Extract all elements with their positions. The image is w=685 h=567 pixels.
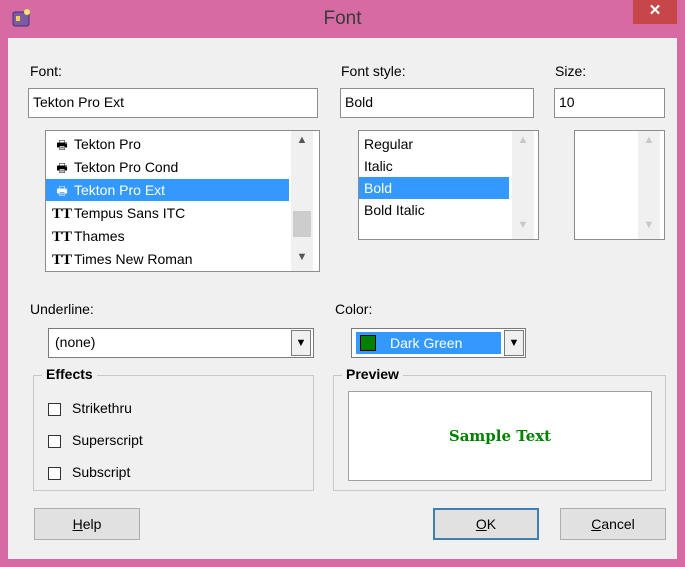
printer-font-icon: 🖶 [56,138,68,152]
font-list-item-label: Tekton Pro Cond [74,159,179,175]
font-list-item-label: Thames [74,228,125,244]
title-bar[interactable]: Font ✕ [0,0,685,38]
font-list-item[interactable]: TT Tempus Sans ITC [46,202,289,224]
color-value: Dark Green [390,335,463,351]
preview-group: Preview Sample Text [333,366,666,491]
ok-label: K [486,516,497,532]
font-style-item[interactable]: Bold [359,177,509,199]
style-list-scrollbar[interactable]: ▲ ▼ [512,131,534,239]
ok-button[interactable]: OK [433,508,539,540]
truetype-icon: TT [52,229,73,245]
font-list-item-label: Tekton Pro Ext [74,182,166,198]
checkbox-label[interactable]: Subscript [72,464,130,480]
font-style-list[interactable]: Bold Italic Bold Italic Regular ▲ ▼ [358,130,539,240]
preview-title: Preview [342,366,403,382]
size-list-scrollbar[interactable]: ▲ ▼ [638,131,660,239]
color-label: Color: [335,301,373,317]
scroll-down-icon: ▼ [517,219,529,231]
color-swatch [360,335,376,351]
underline-label: Underline: [30,301,94,317]
font-name-list[interactable]: TT Times New Roman TT Thames TT Tempus Sans I… [45,130,320,272]
checkbox-label[interactable]: Strikethru [72,400,132,416]
scroll-up-icon: ▲ [643,134,655,146]
effects-group: Effects Strikethru Superscript Subscript [33,366,314,491]
dialog-body: Font: Tekton Pro Ext TT Times New Roman TT… [8,38,677,559]
cancel-mnemonic: C [591,516,602,532]
font-style-item[interactable]: Bold Italic [359,199,509,221]
cancel-label: ancel [601,516,635,532]
preview-sample-text: Sample Text [448,427,552,445]
help-button[interactable]: Help [34,508,140,540]
scroll-up-icon: ▲ [517,134,529,146]
truetype-icon: TT [52,252,73,268]
printer-font-icon: 🖶 [56,161,68,175]
font-list-item[interactable]: 🖶 Tekton Pro Ext [46,179,289,201]
preview-box: Sample Text [348,391,652,481]
scroll-thumb[interactable] [293,211,311,237]
underline-dropdown[interactable]: (none) ▼ [48,328,314,358]
font-style-item[interactable]: Italic [359,155,509,177]
font-name-input[interactable]: Tekton Pro Ext [28,88,318,118]
font-list-item-label: Times New Roman [74,251,193,267]
cancel-button[interactable]: Cancel [560,508,666,540]
font-list-item[interactable]: 🖶 Tekton Pro [46,133,289,155]
underline-value: (none) [55,334,96,350]
help-label: elp [82,516,102,532]
checkbox-subscript[interactable] [48,467,61,480]
close-icon[interactable]: ✕ [649,2,662,19]
size-input[interactable]: 10 [554,88,665,118]
font-list-item-label: Tekton Pro [74,136,141,152]
font-label: Font: [30,63,62,79]
font-style-label: Font style: [341,63,406,79]
window-title: Font [323,8,362,29]
font-dialog: Font ✕ Font: Tekton Pro Ext TT Times New … [0,0,685,567]
checkbox-strikethru[interactable] [48,403,61,416]
scroll-up-icon[interactable]: ▲ [291,134,313,146]
size-list[interactable]: ▲ ▼ [574,130,665,240]
ok-mnemonic: O [475,516,487,532]
printer-font-icon: 🖶 [56,184,68,198]
font-list-item[interactable]: TT Thames [46,225,289,247]
font-list-item-label: Tempus Sans ITC [74,205,186,221]
truetype-icon: TT [52,206,73,222]
checkbox-label[interactable]: Superscript [72,432,143,448]
font-list-item[interactable]: 🖶 Tekton Pro Cond [46,156,289,178]
chevron-down-icon[interactable]: ▼ [504,330,524,356]
help-mnemonic: H [72,516,83,532]
font-style-item[interactable]: Regular [359,133,509,155]
scroll-down-icon: ▼ [643,219,655,231]
scroll-down-icon[interactable]: ▼ [291,251,313,263]
font-style-input[interactable]: Bold [340,88,534,118]
close-button[interactable]: ✕ [633,0,677,24]
font-list-scrollbar[interactable]: ▲ ▼ [291,131,313,271]
color-dropdown[interactable]: Dark Green ▼ [351,328,526,358]
chevron-down-icon[interactable]: ▼ [291,330,311,356]
effects-title: Effects [42,366,97,382]
size-label: Size: [555,63,587,79]
font-list-item[interactable]: TT Times New Roman [46,248,289,270]
checkbox-superscript[interactable] [48,435,61,448]
